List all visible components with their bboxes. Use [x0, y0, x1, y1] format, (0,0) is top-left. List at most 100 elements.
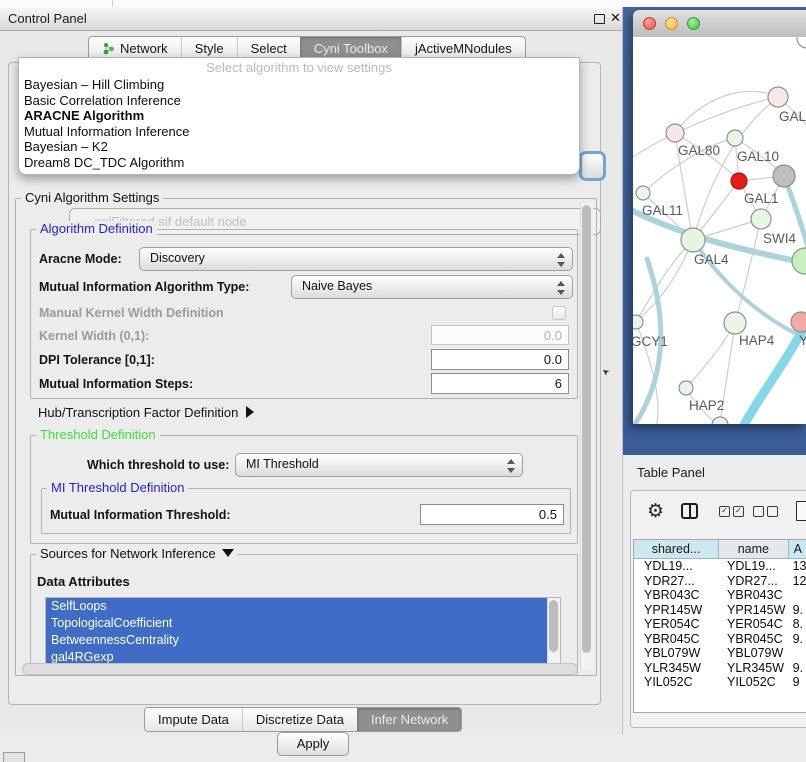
network-node-HAP4[interactable] — [724, 312, 746, 334]
partial-bottom-icon[interactable] — [3, 752, 25, 762]
settings-scrollbar-thumb[interactable] — [582, 205, 591, 653]
gear-icon[interactable]: ⚙ — [647, 500, 664, 523]
algorithm-combo-focused[interactable] — [579, 151, 606, 181]
table-row[interactable]: YPR145WYPR145W9. — [634, 603, 806, 618]
network-node-GAL11[interactable] — [636, 186, 650, 200]
mi-type-combo[interactable]: Naive Bayes — [291, 275, 573, 299]
network-node-red-node[interactable] — [731, 173, 747, 189]
network-node-bottom-node[interactable] — [712, 417, 728, 424]
table-row[interactable]: YBR043CYBR043C — [634, 588, 806, 603]
sources-box-title[interactable]: Sources for Network Inference — [36, 546, 238, 561]
attribute-item[interactable]: SelfLoops — [46, 598, 560, 615]
table-cell: 9. — [789, 661, 806, 676]
settings-vertical-scrollbar[interactable] — [580, 203, 593, 669]
hub-section-label: Hub/Transcription Factor Definition — [38, 405, 238, 420]
attributes-scrollbar-thumb[interactable] — [549, 600, 558, 652]
tab-impute-data[interactable]: Impute Data — [145, 708, 242, 731]
combo-arrows-icon — [556, 280, 565, 296]
attribute-item[interactable]: BetweennessCentrality — [46, 632, 560, 649]
network-node-GAL1[interactable] — [751, 209, 771, 229]
table-cell: YER054C — [719, 617, 789, 632]
table-cell: YLR345W — [719, 661, 789, 676]
table-row[interactable]: YLR345WYLR345W9. — [634, 661, 806, 676]
node-table[interactable]: shared...nameA YDL19...YDL19...13YDR27..… — [633, 539, 806, 713]
algorithm-option[interactable]: Dream8 DC_TDC Algorithm — [19, 155, 579, 171]
algorithm-option[interactable]: Bayesian – K2 — [19, 139, 579, 155]
data-attributes-list[interactable]: SelfLoopsTopologicalCoefficientBetweenne… — [45, 597, 561, 665]
tab-infer-network[interactable]: Infer Network — [357, 708, 461, 731]
network-edge — [636, 240, 693, 322]
collapse-down-icon — [222, 549, 234, 557]
close-traffic-light[interactable] — [643, 17, 656, 30]
settings-horizontal-scrollbar[interactable] — [22, 663, 578, 675]
network-node-gray-node[interactable] — [773, 165, 795, 187]
tab-label: Select — [251, 41, 287, 56]
network-node-gal-top[interactable] — [768, 87, 788, 107]
table-cell: YDL19... — [634, 559, 719, 574]
network-canvas[interactable]: GALGAL80GAL10GAL11GAL1GAL4SWI4GCY1HAP4YH… — [633, 37, 806, 424]
node-label-GAL10: GAL10 — [737, 149, 779, 164]
apply-button[interactable]: Apply — [277, 732, 349, 756]
document-icon[interactable] — [796, 501, 806, 521]
network-icon — [102, 42, 115, 55]
table-row[interactable]: YDR27...YDR27...12 — [634, 574, 806, 589]
algorithm-option[interactable]: Bayesian – Hill Climbing — [19, 77, 579, 93]
attributes-scrollbar[interactable] — [547, 598, 560, 664]
table-row[interactable]: YBR045CYBR045C9. — [634, 632, 806, 647]
dpi-tolerance-field[interactable]: 0.0 — [431, 349, 569, 370]
algorithm-option[interactable]: ARACNE Algorithm — [19, 108, 579, 124]
split-panel-icon[interactable] — [681, 503, 698, 519]
network-window-titlebar[interactable] — [633, 10, 806, 38]
network-node-GAL80[interactable] — [666, 124, 684, 142]
kernel-width-label: Kernel Width (0,1): — [39, 329, 149, 343]
cyni-algorithm-settings-title: Cyni Algorithm Settings — [21, 190, 163, 205]
table-cell: 9. — [789, 603, 806, 618]
node-label-SWI4: SWI4 — [763, 231, 796, 246]
network-node-partial-top[interactable] — [797, 37, 806, 48]
which-threshold-value: MI Threshold — [246, 457, 319, 471]
network-node-salmon-node[interactable] — [791, 312, 806, 332]
float-window-icon[interactable] — [594, 14, 605, 24]
sources-box: Sources for Network Inference Data Attri… — [30, 554, 578, 676]
table-cell: YLR345W — [634, 661, 719, 676]
hub-section-toggle[interactable]: Hub/Transcription Factor Definition — [38, 405, 254, 420]
mi-type-label: Mutual Information Algorithm Type: — [39, 280, 249, 294]
table-cell: YBL079W — [719, 646, 789, 661]
algorithm-option[interactable]: Mutual Information Inference — [19, 124, 579, 140]
mi-threshold-field[interactable]: 0.5 — [420, 504, 564, 525]
column-header-1[interactable]: shared... — [634, 540, 719, 559]
table-panel: ⚙ ✓✓ shared...nameA YDL19...YDL19...13YD… — [630, 490, 806, 728]
tab-label: Cyni Toolbox — [314, 41, 388, 56]
network-node-HAP2[interactable] — [679, 381, 693, 395]
select-all-icon[interactable]: ✓✓ — [719, 506, 744, 517]
table-panel-title: Table Panel — [637, 465, 705, 480]
minimize-traffic-light[interactable] — [665, 17, 678, 30]
close-icon[interactable]: ✕ — [610, 10, 621, 26]
table-cell: YDR27... — [634, 574, 719, 589]
table-row[interactable]: YER054CYER054C8. — [634, 617, 806, 632]
algorithm-option[interactable]: Basic Correlation Inference — [19, 93, 579, 109]
table-cell — [789, 646, 806, 661]
zoom-traffic-light[interactable] — [687, 17, 700, 30]
manual-kernel-checkbox[interactable] — [552, 306, 566, 320]
network-node-GAL4[interactable] — [681, 228, 705, 252]
deselect-all-icon[interactable] — [753, 506, 778, 517]
column-header-2[interactable]: name — [719, 540, 789, 559]
table-row[interactable]: YIL052CYIL052C9 — [634, 675, 806, 690]
node-label-GAL1: GAL1 — [744, 191, 779, 206]
attribute-item[interactable]: TopologicalCoefficient — [46, 615, 560, 632]
tab-label: Discretize Data — [256, 712, 344, 727]
which-threshold-combo[interactable]: MI Threshold — [235, 453, 523, 477]
network-window: GALGAL80GAL10GAL11GAL1GAL4SWI4GCY1HAP4YH… — [633, 10, 806, 424]
network-node-SWI4[interactable] — [792, 248, 806, 274]
aracne-mode-combo[interactable]: Discovery — [139, 247, 573, 271]
mi-steps-field[interactable]: 6 — [431, 373, 569, 394]
expand-right-icon — [246, 406, 254, 418]
manual-kernel-label: Manual Kernel Width Definition — [39, 306, 224, 320]
network-node-GAL10[interactable] — [727, 130, 743, 146]
table-row[interactable]: YDL19...YDL19...13 — [634, 559, 806, 574]
network-node-GCY1[interactable] — [633, 315, 643, 329]
tab-discretize-data[interactable]: Discretize Data — [242, 708, 357, 731]
table-row[interactable]: YBL079WYBL079W — [634, 646, 806, 661]
column-header-3[interactable]: A — [789, 540, 806, 559]
